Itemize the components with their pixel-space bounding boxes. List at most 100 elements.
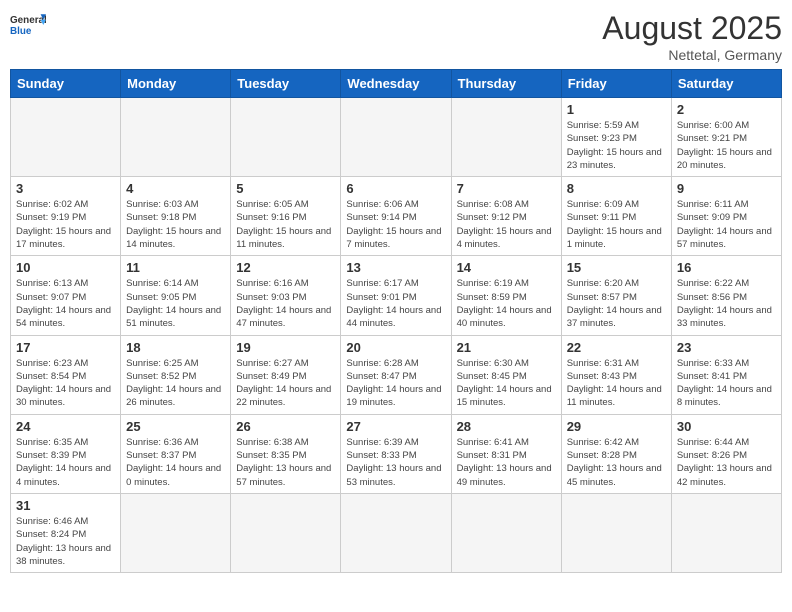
day-info: Sunrise: 6:00 AM Sunset: 9:21 PM Dayligh… [677,119,776,172]
calendar-week-row: 31 Sunrise: 6:46 AM Sunset: 8:24 PM Dayli… [11,493,782,572]
day-info: Sunrise: 6:39 AM Sunset: 8:33 PM Dayligh… [346,436,445,489]
svg-text:Blue: Blue [10,26,32,37]
day-number: 20 [346,340,445,355]
calendar-day-cell [341,98,451,177]
day-info: Sunrise: 6:11 AM Sunset: 9:09 PM Dayligh… [677,198,776,251]
day-info: Sunrise: 6:23 AM Sunset: 8:54 PM Dayligh… [16,357,115,410]
calendar-day-cell: 26Sunrise: 6:38 AM Sunset: 8:35 PM Dayli… [231,414,341,493]
calendar-day-cell: 28Sunrise: 6:41 AM Sunset: 8:31 PM Dayli… [451,414,561,493]
day-info: Sunrise: 6:19 AM Sunset: 8:59 PM Dayligh… [457,277,556,330]
day-info: Sunrise: 6:14 AM Sunset: 9:05 PM Dayligh… [126,277,225,330]
day-number: 2 [677,102,776,117]
day-number: 1 [567,102,666,117]
day-number: 19 [236,340,335,355]
calendar-week-row: 24Sunrise: 6:35 AM Sunset: 8:39 PM Dayli… [11,414,782,493]
day-number: 29 [567,419,666,434]
day-number: 6 [346,181,445,196]
weekday-header-tuesday: Tuesday [231,70,341,98]
calendar-week-row: 17 Sunrise: 6:23 AM Sunset: 8:54 PM Dayli… [11,335,782,414]
calendar-day-cell: 1 Sunrise: 5:59 AM Sunset: 9:23 PM Daylig… [561,98,671,177]
calendar-day-cell: 8Sunrise: 6:09 AM Sunset: 9:11 PM Daylig… [561,177,671,256]
day-number: 30 [677,419,776,434]
calendar-day-cell: 4Sunrise: 6:03 AM Sunset: 9:18 PM Daylig… [121,177,231,256]
day-info: Sunrise: 6:28 AM Sunset: 8:47 PM Dayligh… [346,357,445,410]
calendar-day-cell: 17 Sunrise: 6:23 AM Sunset: 8:54 PM Dayli… [11,335,121,414]
day-number: 4 [126,181,225,196]
calendar-day-cell: 16Sunrise: 6:22 AM Sunset: 8:56 PM Dayli… [671,256,781,335]
calendar-day-cell: 10Sunrise: 6:13 AM Sunset: 9:07 PM Dayli… [11,256,121,335]
day-number: 26 [236,419,335,434]
month-title: August 2025 [602,10,782,47]
calendar-day-cell: 6 Sunrise: 6:06 AM Sunset: 9:14 PM Daylig… [341,177,451,256]
calendar-day-cell: 11 Sunrise: 6:14 AM Sunset: 9:05 PM Dayli… [121,256,231,335]
day-info: Sunrise: 6:36 AM Sunset: 8:37 PM Dayligh… [126,436,225,489]
day-info: Sunrise: 6:30 AM Sunset: 8:45 PM Dayligh… [457,357,556,410]
calendar-day-cell [231,98,341,177]
calendar-day-cell [451,493,561,572]
weekday-header-monday: Monday [121,70,231,98]
day-number: 15 [567,260,666,275]
day-info: Sunrise: 6:20 AM Sunset: 8:57 PM Dayligh… [567,277,666,330]
weekday-header-wednesday: Wednesday [341,70,451,98]
day-info: Sunrise: 6:22 AM Sunset: 8:56 PM Dayligh… [677,277,776,330]
calendar-day-cell: 21Sunrise: 6:30 AM Sunset: 8:45 PM Dayli… [451,335,561,414]
day-number: 13 [346,260,445,275]
calendar-day-cell: 9Sunrise: 6:11 AM Sunset: 9:09 PM Daylig… [671,177,781,256]
calendar-day-cell: 30 Sunrise: 6:44 AM Sunset: 8:26 PM Dayli… [671,414,781,493]
calendar-day-cell: 27 Sunrise: 6:39 AM Sunset: 8:33 PM Dayli… [341,414,451,493]
calendar-day-cell: 5 Sunrise: 6:05 AM Sunset: 9:16 PM Daylig… [231,177,341,256]
location: Nettetal, Germany [602,47,782,63]
weekday-header-row: SundayMondayTuesdayWednesdayThursdayFrid… [11,70,782,98]
day-info: Sunrise: 6:46 AM Sunset: 8:24 PM Dayligh… [16,515,115,568]
calendar-day-cell: 15 Sunrise: 6:20 AM Sunset: 8:57 PM Dayli… [561,256,671,335]
calendar-table: SundayMondayTuesdayWednesdayThursdayFrid… [10,69,782,573]
calendar-day-cell [121,98,231,177]
day-number: 5 [236,181,335,196]
day-info: Sunrise: 6:05 AM Sunset: 9:16 PM Dayligh… [236,198,335,251]
calendar-day-cell: 20 Sunrise: 6:28 AM Sunset: 8:47 PM Dayli… [341,335,451,414]
title-block: August 2025 Nettetal, Germany [602,10,782,63]
day-info: Sunrise: 6:17 AM Sunset: 9:01 PM Dayligh… [346,277,445,330]
day-info: Sunrise: 6:27 AM Sunset: 8:49 PM Dayligh… [236,357,335,410]
calendar-day-cell: 29 Sunrise: 6:42 AM Sunset: 8:28 PM Dayli… [561,414,671,493]
calendar-week-row: 3Sunrise: 6:02 AM Sunset: 9:19 PM Daylig… [11,177,782,256]
calendar-day-cell [561,493,671,572]
calendar-day-cell: 31 Sunrise: 6:46 AM Sunset: 8:24 PM Dayli… [11,493,121,572]
day-info: Sunrise: 6:06 AM Sunset: 9:14 PM Dayligh… [346,198,445,251]
day-number: 31 [16,498,115,513]
calendar-day-cell [671,493,781,572]
calendar-day-cell: 24Sunrise: 6:35 AM Sunset: 8:39 PM Dayli… [11,414,121,493]
day-info: Sunrise: 6:42 AM Sunset: 8:28 PM Dayligh… [567,436,666,489]
calendar-day-cell: 22Sunrise: 6:31 AM Sunset: 8:43 PM Dayli… [561,335,671,414]
day-number: 18 [126,340,225,355]
calendar-week-row: 1 Sunrise: 5:59 AM Sunset: 9:23 PM Daylig… [11,98,782,177]
day-number: 8 [567,181,666,196]
day-number: 17 [16,340,115,355]
day-number: 25 [126,419,225,434]
day-info: Sunrise: 6:13 AM Sunset: 9:07 PM Dayligh… [16,277,115,330]
day-number: 11 [126,260,225,275]
day-number: 22 [567,340,666,355]
day-info: Sunrise: 6:44 AM Sunset: 8:26 PM Dayligh… [677,436,776,489]
day-info: Sunrise: 6:16 AM Sunset: 9:03 PM Dayligh… [236,277,335,330]
calendar-day-cell: 14Sunrise: 6:19 AM Sunset: 8:59 PM Dayli… [451,256,561,335]
calendar-day-cell [451,98,561,177]
calendar-day-cell [121,493,231,572]
calendar-day-cell: 25 Sunrise: 6:36 AM Sunset: 8:37 PM Dayli… [121,414,231,493]
weekday-header-saturday: Saturday [671,70,781,98]
day-number: 28 [457,419,556,434]
day-number: 27 [346,419,445,434]
calendar-day-cell: 18Sunrise: 6:25 AM Sunset: 8:52 PM Dayli… [121,335,231,414]
calendar-day-cell: 12 Sunrise: 6:16 AM Sunset: 9:03 PM Dayli… [231,256,341,335]
day-info: Sunrise: 6:33 AM Sunset: 8:41 PM Dayligh… [677,357,776,410]
calendar-day-cell: 23 Sunrise: 6:33 AM Sunset: 8:41 PM Dayli… [671,335,781,414]
calendar-day-cell: 3Sunrise: 6:02 AM Sunset: 9:19 PM Daylig… [11,177,121,256]
day-info: Sunrise: 5:59 AM Sunset: 9:23 PM Dayligh… [567,119,666,172]
calendar-day-cell: 13 Sunrise: 6:17 AM Sunset: 9:01 PM Dayli… [341,256,451,335]
day-number: 12 [236,260,335,275]
day-number: 23 [677,340,776,355]
page-header: General Blue August 2025 Nettetal, Germa… [10,10,782,63]
day-number: 3 [16,181,115,196]
calendar-day-cell: 2 Sunrise: 6:00 AM Sunset: 9:21 PM Daylig… [671,98,781,177]
calendar-day-cell [11,98,121,177]
